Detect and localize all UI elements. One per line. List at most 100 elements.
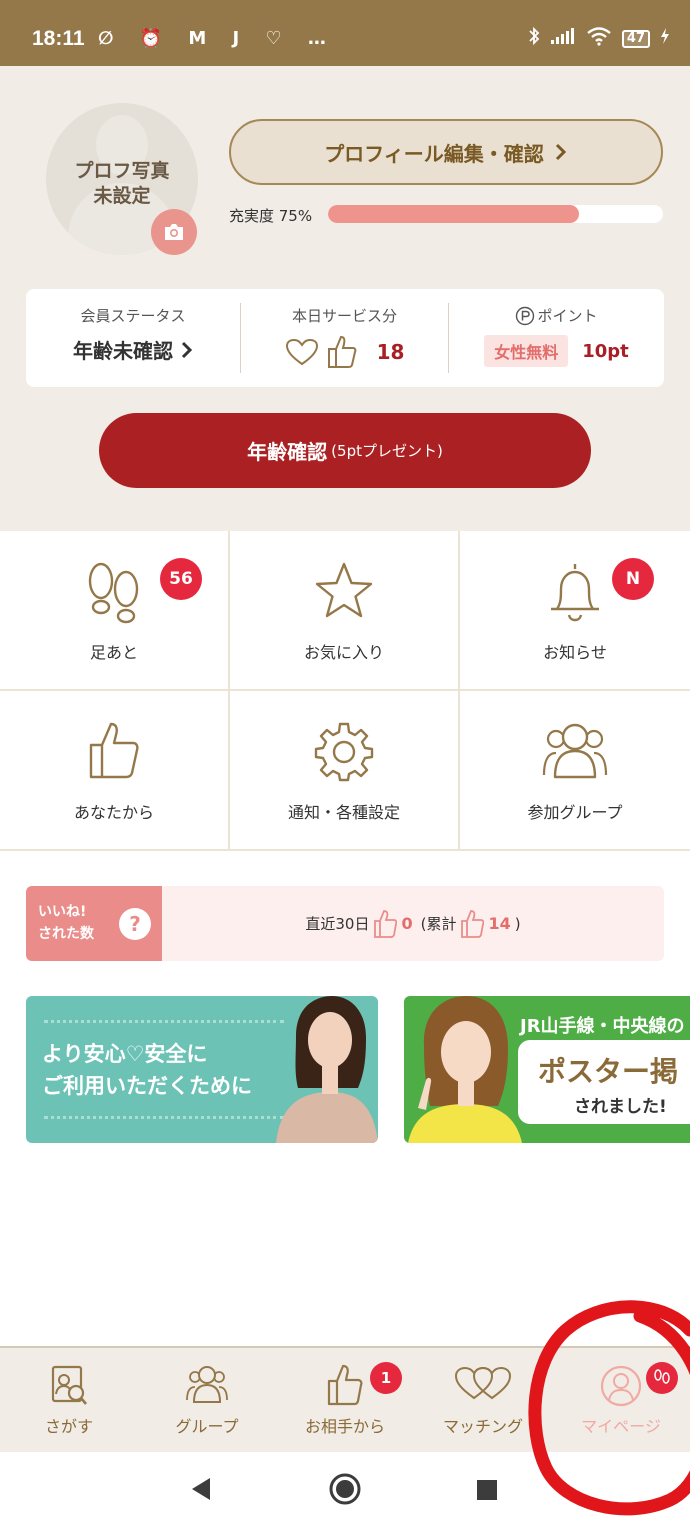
likes-total-value: 14: [488, 914, 511, 933]
recents-icon[interactable]: [476, 1479, 498, 1505]
banner-dots: [44, 1116, 284, 1119]
woman-photo: [276, 996, 378, 1143]
nav-group[interactable]: グループ: [138, 1348, 276, 1452]
completion-progress-bar: [328, 205, 663, 223]
point-p-icon: [516, 306, 535, 325]
thumbs-up-icon: [327, 335, 356, 368]
footprints-badge-icon: [646, 1362, 678, 1394]
status-notification-icons: ∅ ⏰ M J ♡ …: [98, 28, 336, 49]
likes-summary[interactable]: いいね! された数 ? 直近30日 0 (累計 14 ): [26, 886, 664, 961]
profile-edit-label: プロフィール編集・確認: [324, 141, 544, 166]
nav-matching[interactable]: マッチング: [414, 1348, 552, 1452]
bell-icon: [551, 564, 599, 622]
nav-search[interactable]: さがす: [0, 1348, 138, 1452]
wifi-icon: [586, 26, 612, 51]
likes-recent-label: 直近30日: [305, 915, 370, 933]
profile-photo-placeholder: プロフ写真 未設定: [46, 159, 198, 209]
profile-edit-button[interactable]: プロフィール編集・確認: [229, 119, 663, 185]
camera-icon[interactable]: [151, 209, 197, 255]
points-label: ポイント: [537, 307, 598, 325]
bluetooth-icon: [528, 26, 540, 51]
banner1-line1: より安心♡安全に: [42, 1042, 208, 1066]
likes-tag-line1: いいね!: [38, 904, 87, 920]
member-status[interactable]: 会員ステータス 年齢未確認: [26, 289, 240, 387]
footprints-badge: 56: [160, 558, 202, 600]
likes-tag: いいね! された数 ?: [26, 886, 162, 961]
menu-grid: 足あと 56 お気に入り お知らせ N あなたから 通知・各種設定 参加グループ: [0, 531, 690, 851]
banner2-small-text: されました!: [574, 1097, 667, 1117]
member-status-label: 会員ステータス: [80, 307, 186, 325]
status-time: 18:11: [32, 27, 85, 50]
double-heart-icon: [454, 1366, 512, 1400]
bottom-nav: さがす グループ お相手から 1 マッチング マイページ: [0, 1346, 690, 1452]
notices-badge: N: [612, 558, 654, 600]
nav-mypage[interactable]: マイページ: [552, 1348, 690, 1452]
woman-photo: [408, 996, 522, 1143]
menu-settings-label: 通知・各種設定: [287, 803, 400, 822]
banner1-line2: ご利用いただくために: [42, 1074, 252, 1098]
star-icon: [315, 562, 373, 618]
member-status-value: 年齢未確認: [73, 339, 173, 363]
completion-progress-fill: [328, 205, 580, 223]
menu-notices[interactable]: お知らせ N: [460, 531, 690, 691]
menu-favorites[interactable]: お気に入り: [230, 531, 460, 691]
banner2-heading: JR山手線・中央線の: [520, 1016, 685, 1037]
footprints-icon: [88, 562, 139, 624]
nav-matching-label: マッチング: [442, 1417, 523, 1436]
charging-icon: [660, 27, 670, 50]
likes-recent-value: 0: [401, 914, 413, 933]
signal-icon: [550, 27, 576, 50]
gear-icon: [314, 722, 374, 782]
menu-favorites-label: お気に入り: [303, 643, 384, 662]
banner2-big-text: ポスター掲: [538, 1055, 679, 1088]
home-icon[interactable]: [328, 1472, 362, 1510]
today-service: 本日サービス分 18: [241, 289, 448, 387]
banner-dots: [44, 1020, 284, 1023]
points: ポイント 女性無料 10pt: [449, 289, 664, 387]
people-icon: [542, 723, 608, 779]
likes-total-label: (累計: [420, 915, 457, 933]
nav-from-partner[interactable]: お相手から 1: [276, 1348, 414, 1452]
nav-mypage-label: マイページ: [581, 1417, 661, 1436]
menu-footprints[interactable]: 足あと 56: [0, 531, 230, 691]
thumbs-up-icon: [374, 909, 398, 938]
poster-banner[interactable]: JR山手線・中央線の ポスター掲 されました!: [404, 996, 690, 1143]
nav-group-label: グループ: [175, 1417, 239, 1436]
nav-search-label: さがす: [44, 1417, 93, 1436]
free-badge: 女性無料: [484, 335, 569, 367]
age-verification-label: 年齢確認: [247, 440, 328, 464]
likes-total-close: ): [514, 914, 521, 933]
menu-from-you[interactable]: あなたから: [0, 691, 230, 851]
thumbs-up-icon: [89, 722, 139, 779]
menu-footprints-label: 足あと: [89, 643, 138, 662]
points-value: 10pt: [582, 340, 629, 362]
status-right-icons: 47: [528, 26, 670, 51]
search-profile-icon: [51, 1365, 87, 1405]
nav-from-partner-label: お相手から: [304, 1417, 385, 1436]
user-circle-icon: [600, 1365, 642, 1407]
menu-notices-label: お知らせ: [543, 643, 607, 662]
from-partner-badge: 1: [370, 1362, 402, 1394]
menu-from-you-label: あなたから: [73, 803, 154, 822]
people-icon: [186, 1366, 228, 1403]
battery-icon: 47: [621, 29, 650, 48]
menu-settings[interactable]: 通知・各種設定: [230, 691, 460, 851]
photo-text-line2: 未設定: [93, 185, 151, 207]
age-verification-sub: (5ptプレゼント): [331, 442, 443, 460]
photo-text-line1: プロフ写真: [74, 160, 170, 182]
today-service-label: 本日サービス分: [291, 307, 397, 325]
system-nav-bar: [0, 1452, 690, 1533]
likes-tag-line2: された数: [38, 926, 94, 942]
help-icon[interactable]: ?: [119, 908, 151, 940]
stats-card: 会員ステータス 年齢未確認 本日サービス分 18 ポイント 女性無料 10pt: [26, 289, 664, 387]
completion-label: 充実度 75%: [229, 207, 313, 225]
today-service-value: 18: [376, 340, 405, 364]
safety-banner[interactable]: より安心♡安全に ご利用いただくために: [26, 996, 378, 1143]
age-verification-button[interactable]: 年齢確認 (5ptプレゼント): [99, 413, 591, 488]
menu-groups-label: 参加グループ: [527, 803, 623, 822]
menu-groups[interactable]: 参加グループ: [460, 691, 690, 851]
banner2-bubble: ポスター掲 されました!: [518, 1040, 690, 1124]
back-icon[interactable]: [188, 1474, 212, 1508]
chevron-right-icon: [555, 143, 566, 161]
thumbs-up-icon: [461, 909, 485, 938]
